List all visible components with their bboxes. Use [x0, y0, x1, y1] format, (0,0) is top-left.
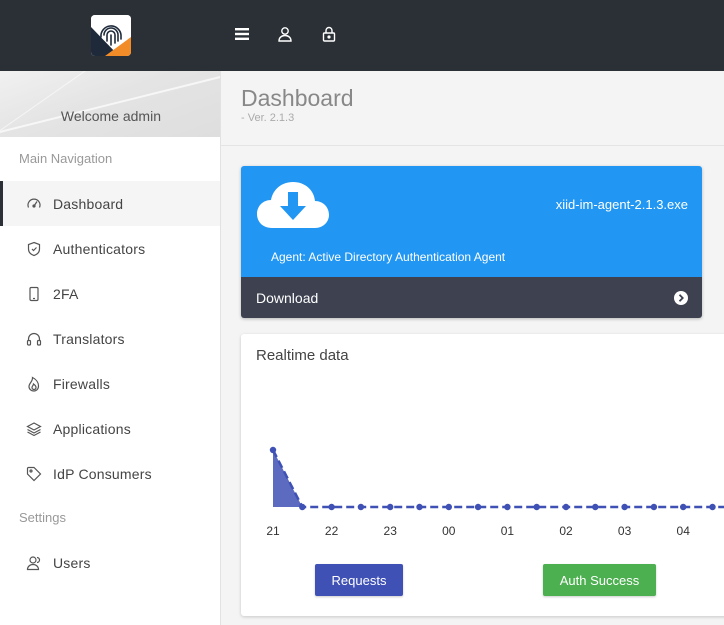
page-header: Dashboard - Ver. 2.1.3	[221, 71, 724, 146]
section-main-navigation: Main Navigation	[19, 151, 113, 166]
chevron-right-circle-icon	[674, 290, 688, 305]
hamburger-icon[interactable]	[230, 22, 254, 46]
sidebar-item-label: Applications	[53, 420, 131, 437]
sidebar-item-dashboard[interactable]: Dashboard	[0, 181, 220, 226]
x-tick-label: 23	[384, 524, 398, 538]
data-point	[592, 503, 599, 511]
sidebar-item-applications[interactable]: Applications	[0, 406, 220, 451]
data-point	[357, 503, 365, 511]
data-point	[416, 503, 423, 511]
welcome-panel: Welcome admin	[0, 71, 220, 137]
sidebar-item-label: Dashboard	[53, 195, 124, 212]
phone-icon	[26, 286, 42, 302]
x-tick-label: 01	[501, 524, 515, 538]
sidebar-item-idp-consumers[interactable]: IdP Consumers	[0, 451, 220, 496]
sidebar-item-label: Translators	[53, 330, 125, 347]
data-point	[562, 503, 570, 511]
user-icon[interactable]	[273, 22, 297, 46]
data-point	[680, 503, 687, 511]
sidebar-item-label: Users	[53, 554, 91, 571]
sidebar-item-authenticators[interactable]: Authenticators	[0, 226, 220, 271]
cloud-download-icon	[255, 178, 331, 239]
data-point	[504, 503, 511, 511]
download-label: Download	[256, 289, 319, 306]
layers-icon	[26, 421, 42, 437]
users-icon	[26, 555, 42, 571]
x-tick-label: 03	[618, 524, 632, 538]
series-line	[271, 449, 724, 509]
x-tick-label: 04	[677, 524, 691, 538]
data-point	[269, 446, 277, 454]
download-agent-label: Agent: Active Directory Authentication A…	[271, 250, 506, 264]
speedometer-icon	[26, 196, 42, 212]
welcome-text: Welcome admin	[60, 108, 161, 124]
sidebar-item-label: 2FA	[53, 285, 79, 302]
x-tick-label: 02	[559, 524, 573, 538]
download-card: xiid-im-agent-2.1.3.exe Agent: Active Di…	[241, 166, 702, 318]
page-title: Dashboard	[241, 85, 354, 111]
data-point	[533, 503, 540, 511]
data-point	[387, 503, 394, 511]
top-bar	[0, 0, 724, 71]
data-point	[299, 503, 306, 511]
data-point	[328, 503, 335, 511]
sidebar: Welcome admin Main Navigation Dashboard …	[0, 71, 221, 625]
realtime-card: Realtime data 21 22 23 00 01 02 03 04 Requests …	[241, 334, 724, 616]
flame-icon	[26, 375, 42, 392]
tag-icon	[26, 466, 42, 482]
data-point	[621, 503, 628, 511]
data-point	[709, 503, 716, 511]
download-card-body: xiid-im-agent-2.1.3.exe Agent: Active Di…	[241, 166, 702, 277]
x-tick-label: 00	[442, 524, 456, 538]
section-settings: Settings	[19, 510, 66, 525]
sidebar-item-label: Authenticators	[53, 240, 146, 257]
sidebar-item-firewalls[interactable]: Firewalls	[0, 361, 220, 406]
legend-requests-button[interactable]: Requests	[315, 564, 403, 596]
sidebar-item-label: Firewalls	[53, 375, 111, 392]
x-tick-label: 21	[266, 524, 280, 538]
download-button[interactable]: Download	[241, 277, 702, 318]
fingerprint-logo-icon[interactable]	[91, 15, 131, 56]
lock-icon[interactable]	[317, 22, 341, 46]
realtime-chart: 21 22 23 00 01 02 03 04	[266, 446, 724, 538]
data-point	[474, 503, 482, 511]
page-version: - Ver. 2.1.3	[241, 112, 295, 124]
sidebar-item-label: IdP Consumers	[53, 465, 152, 482]
shield-icon	[26, 241, 42, 257]
download-filename: xiid-im-agent-2.1.3.exe	[555, 197, 688, 212]
headphones-icon	[26, 331, 42, 347]
legend-auth-success-button[interactable]: Auth Success	[543, 564, 656, 596]
series-area	[273, 450, 724, 507]
data-point	[650, 503, 658, 511]
sidebar-item-2fa[interactable]: 2FA	[0, 271, 220, 316]
sidebar-item-users[interactable]: Users	[0, 540, 220, 585]
sidebar-item-translators[interactable]: Translators	[0, 316, 220, 361]
x-tick-label: 22	[325, 524, 339, 538]
main-content: Dashboard - Ver. 2.1.3 xiid-im-agent-2.1…	[221, 71, 724, 625]
data-point	[445, 503, 452, 511]
